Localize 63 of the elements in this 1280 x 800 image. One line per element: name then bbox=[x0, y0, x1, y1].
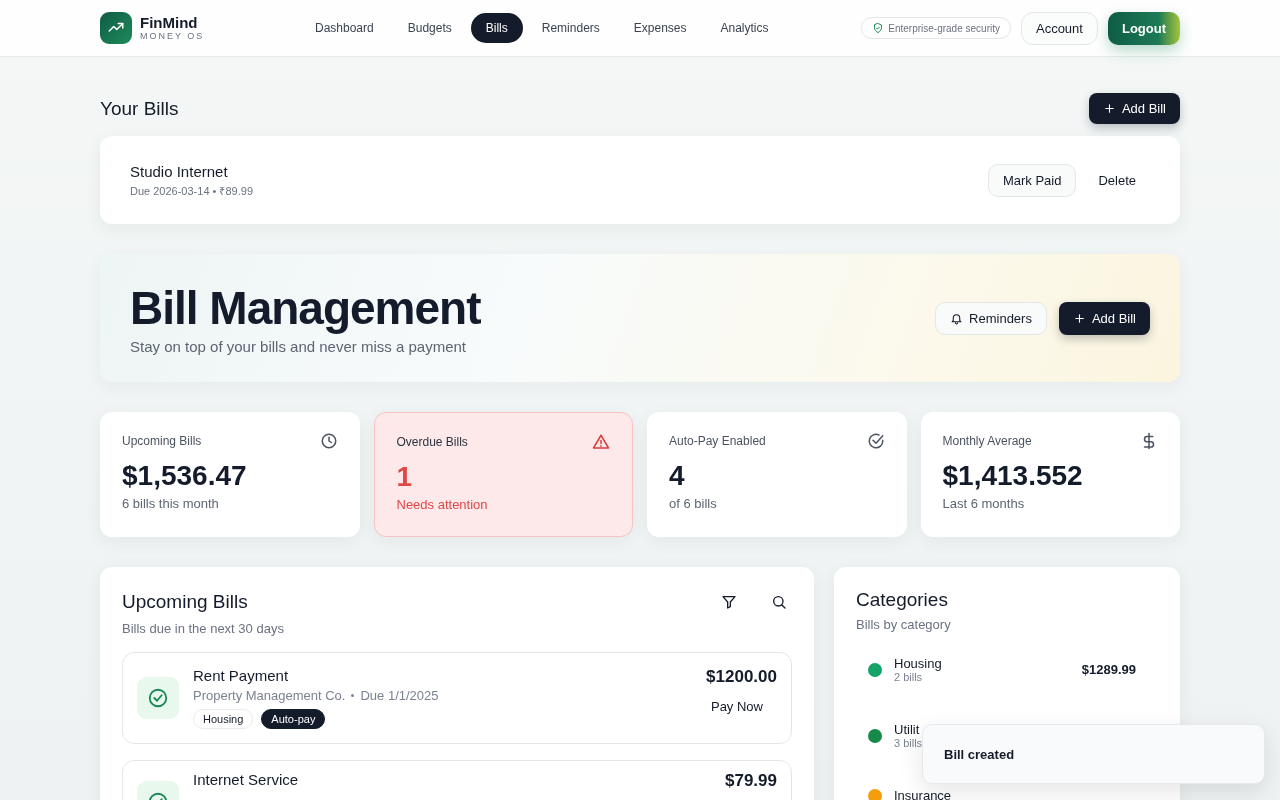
category-tag: Housing bbox=[193, 709, 254, 729]
panel-title: Upcoming Bills bbox=[122, 591, 248, 613]
warning-icon bbox=[592, 433, 610, 451]
nav-tab[interactable]: Budgets bbox=[392, 13, 467, 43]
account-button[interactable]: Account bbox=[1020, 11, 1098, 45]
panel-subtitle: Bills by category bbox=[856, 617, 952, 632]
section-title: Your Bills bbox=[100, 97, 179, 120]
security-text: Enterprise-grade security bbox=[888, 22, 1000, 34]
panel-subtitle: Bills due in the next 30 days bbox=[122, 621, 285, 636]
reminders-button[interactable]: Reminders bbox=[935, 301, 1047, 335]
logo-icon bbox=[100, 12, 132, 44]
plus-icon bbox=[1102, 102, 1116, 115]
bill-name: Rent Payment bbox=[193, 667, 290, 684]
shield-icon bbox=[872, 22, 885, 34]
bell-icon bbox=[950, 311, 964, 325]
bill-amount: $1200.00 bbox=[706, 667, 777, 687]
category-name: Housing bbox=[894, 656, 943, 671]
pay-now-button[interactable]: Pay Now bbox=[696, 691, 777, 714]
delete-button[interactable]: Delete bbox=[1084, 164, 1150, 196]
stat-note: of 6 bills bbox=[669, 496, 718, 511]
page-title: Bill Management bbox=[130, 281, 481, 334]
search-icon bbox=[771, 594, 787, 610]
filter-icon bbox=[721, 594, 737, 610]
stat-label: Upcoming Bills bbox=[122, 434, 202, 448]
toast-message: Bill created bbox=[944, 746, 1015, 762]
stat-label: Monthly Average bbox=[942, 434, 1032, 448]
nav-tab[interactable]: Reminders bbox=[526, 13, 615, 43]
category-name: Utilit bbox=[894, 722, 921, 737]
payee-name: Property Management Co. bbox=[193, 688, 346, 703]
page-subtitle: Stay on top of your bills and never miss a payment bbox=[130, 337, 467, 355]
stat-value: $1,536.47 bbox=[122, 460, 248, 492]
clock-icon bbox=[319, 432, 338, 450]
nav-tab[interactable]: Expenses bbox=[618, 13, 702, 43]
bill-meta: Due 2026-03-14 • ₹89.99 bbox=[130, 183, 253, 198]
bill-name: Internet Service bbox=[193, 771, 300, 788]
bill-count: 3 bills bbox=[894, 737, 924, 749]
add-bill-button[interactable]: Add Bill bbox=[1088, 93, 1180, 124]
stat-note: Last 6 months bbox=[942, 496, 1026, 511]
panel-title: Categories bbox=[856, 589, 949, 611]
autopay-tag: Auto-pay bbox=[261, 709, 326, 729]
stat-note: 6 bills this month bbox=[122, 496, 220, 511]
add-bill-button[interactable]: Add Bill bbox=[1058, 301, 1150, 335]
nav-tab[interactable]: Dashboard bbox=[300, 13, 389, 43]
nav-tab[interactable]: Bills bbox=[470, 13, 523, 43]
stat-label: Overdue Bills bbox=[396, 435, 468, 449]
stat-label: Auto-Pay Enabled bbox=[669, 434, 766, 448]
brand-name: FinMind bbox=[140, 14, 199, 31]
mark-paid-button[interactable]: Mark Paid bbox=[987, 163, 1077, 197]
stat-value: 4 bbox=[669, 460, 686, 492]
brand-tagline: MONEY OS bbox=[140, 30, 205, 42]
stat-value: $1,413.552 bbox=[942, 460, 1084, 492]
bill-count: 2 bills bbox=[894, 671, 924, 683]
logout-button[interactable]: Logout bbox=[1107, 11, 1180, 45]
check-circle-icon bbox=[866, 432, 885, 450]
bill-amount: $79.99 bbox=[725, 771, 777, 791]
nav-tab[interactable]: Analytics bbox=[705, 13, 784, 43]
category-amount: $1289.99 bbox=[1081, 662, 1137, 677]
plus-icon bbox=[1072, 311, 1086, 325]
stat-note: Needs attention bbox=[396, 497, 489, 512]
due-date: Due 1/1/2025 bbox=[351, 688, 439, 703]
stat-value: 1 bbox=[396, 461, 414, 493]
category-name: Insurance bbox=[894, 788, 953, 800]
bill-name: Studio Internet bbox=[130, 162, 229, 180]
